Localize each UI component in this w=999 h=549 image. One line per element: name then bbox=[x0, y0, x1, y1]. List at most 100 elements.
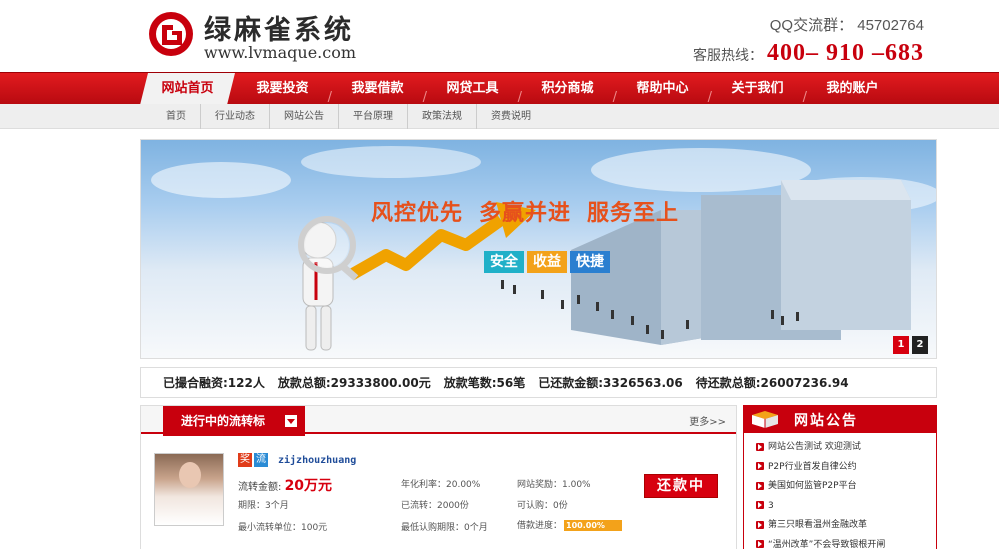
notice-title: 网站公告 bbox=[794, 413, 858, 429]
loan-progress: 借款进度： 100.00% bbox=[517, 518, 623, 531]
nav-item-label: 网贷工具 bbox=[446, 81, 499, 96]
loan-term: 期限：3个月 bbox=[238, 501, 289, 511]
nav-item-invest[interactable]: 我要投资 / bbox=[235, 73, 332, 105]
tag-fast: 快捷 bbox=[570, 251, 610, 273]
loan-panel: 进行中的流转标 更多>> 奖 流 zijzhouzhuang 流转金额: 20万… bbox=[140, 405, 737, 549]
loan-transferred: 已流转：2000份 bbox=[401, 501, 469, 511]
arrow-right-icon bbox=[756, 442, 764, 451]
subnav-item-announcements[interactable]: 网站公告 bbox=[270, 104, 339, 129]
notice-item-text: 第三只眼看温州金融改革 bbox=[768, 520, 868, 530]
stat-financed-people: 已撮合融资:122人 bbox=[163, 376, 265, 390]
nav-item-account[interactable]: 我的账户 bbox=[805, 73, 900, 105]
pager-button-1[interactable]: 1 bbox=[893, 336, 909, 354]
arrow-right-icon bbox=[756, 462, 764, 470]
notice-item[interactable]: 美国如何监管P2P平台 bbox=[756, 477, 934, 497]
loan-panel-header: 进行中的流转标 更多>> bbox=[141, 406, 736, 436]
more-link[interactable]: 更多>> bbox=[689, 413, 726, 428]
loan-amount: 流转金额: 20万元 bbox=[238, 475, 332, 495]
dropdown-icon[interactable] bbox=[285, 415, 297, 427]
borrower-username[interactable]: zijzhouzhuang bbox=[278, 455, 356, 466]
amount-value: 20万元 bbox=[284, 478, 333, 494]
notice-item[interactable]: P2P行业首发自律公约 bbox=[756, 458, 934, 478]
notice-item-text: 网站公告测试 欢迎测试 bbox=[768, 442, 861, 452]
nav-item-help[interactable]: 帮助中心 / bbox=[615, 73, 712, 105]
main-nav: 网站首页 我要投资 / 我要借款 / 网贷工具 / 积分商城 / 帮助中心 / 关于我们 /… bbox=[0, 72, 999, 105]
notice-item-text: P2P行业首发自律公约 bbox=[768, 461, 857, 472]
notice-list: 网站公告测试 欢迎测试 P2P行业首发自律公约 美国如何监管P2P平台 3 第三… bbox=[756, 438, 934, 549]
slogan-part: 多赢并进 bbox=[479, 201, 572, 226]
subnav-item-regulations[interactable]: 政策法规 bbox=[408, 104, 477, 129]
sub-nav-list: 首页 行业动态 网站公告 平台原理 政策法规 资费说明 bbox=[152, 104, 545, 129]
main-nav-list: 网站首页 我要投资 / 我要借款 / 网贷工具 / 积分商城 / 帮助中心 / 关于我们 /… bbox=[140, 73, 900, 105]
notice-item-text: “温州改革”不会导致银根开闸 bbox=[768, 539, 886, 549]
stat-loan-total: 放款总额:29333800.00元 bbox=[277, 376, 431, 390]
qq-group: QQ交流群： 45702764 bbox=[769, 17, 924, 34]
arrow-right-icon bbox=[756, 481, 764, 490]
amount-label: 流转金额: bbox=[238, 482, 282, 493]
subnav-item-principles[interactable]: 平台原理 bbox=[339, 104, 408, 129]
loan-min-unit: 最小流转单位：100元 bbox=[238, 523, 328, 533]
hotline: 客服热线： 400– 910 –683 bbox=[693, 40, 924, 67]
arrow-right-icon bbox=[756, 520, 764, 529]
slogan-part: 风控优先 bbox=[371, 201, 464, 226]
hotline-label: 客服热线： bbox=[693, 48, 763, 64]
notice-item[interactable]: “温州改革”不会导致银根开闸 bbox=[756, 536, 934, 549]
logo-text: 绿麻雀系统 bbox=[204, 15, 354, 46]
loan-min-period: 最低认购期限：0个月 bbox=[401, 523, 488, 533]
loan-badges: 奖 流 zijzhouzhuang bbox=[238, 453, 356, 467]
notice-header: 网站公告 bbox=[744, 406, 936, 433]
nav-item-label: 我的账户 bbox=[826, 81, 879, 96]
nav-item-about[interactable]: 关于我们 / bbox=[710, 73, 807, 105]
loan-reward: 网站奖励：1.00% bbox=[517, 480, 591, 490]
notice-item-text: 美国如何监管P2P平台 bbox=[768, 481, 857, 491]
banner-pager: 1 2 bbox=[890, 336, 928, 354]
nav-item-borrow[interactable]: 我要借款 / bbox=[330, 73, 427, 105]
nav-item-label: 我要借款 bbox=[351, 81, 404, 96]
nav-item-label: 帮助中心 bbox=[636, 81, 689, 96]
notice-item[interactable]: 3 bbox=[756, 497, 934, 517]
banner-illustration bbox=[151, 146, 936, 351]
loan-tab[interactable]: 进行中的流转标 bbox=[163, 406, 305, 436]
subnav-item-industry-news[interactable]: 行业动态 bbox=[201, 104, 270, 129]
notice-panel: 网站公告 网站公告测试 欢迎测试 P2P行业首发自律公约 美国如何监管P2P平台… bbox=[743, 405, 937, 549]
notice-item-text: 3 bbox=[768, 500, 774, 511]
badge-transfer: 流 bbox=[254, 453, 268, 467]
tag-safe: 安全 bbox=[484, 251, 524, 273]
hotline-number: 400– 910 –683 bbox=[767, 40, 924, 66]
book-icon bbox=[752, 411, 778, 428]
sub-nav: 首页 行业动态 网站公告 平台原理 政策法规 资费说明 bbox=[0, 104, 999, 129]
loan-available: 可认购：0份 bbox=[517, 501, 568, 511]
pager-button-2[interactable]: 2 bbox=[912, 336, 928, 354]
banner-tags: 安全 收益 快捷 bbox=[484, 251, 613, 273]
progress-label: 借款进度： bbox=[517, 521, 563, 531]
tag-return: 收益 bbox=[527, 251, 567, 273]
subnav-item-home[interactable]: 首页 bbox=[152, 104, 201, 129]
stat-repaid: 已还款金额:3326563.06 bbox=[538, 376, 683, 390]
slogan-part: 服务至上 bbox=[587, 201, 680, 226]
banner-slogan: 风控优先 多赢并进 服务至上 bbox=[371, 195, 679, 227]
site-header: 绿麻雀系统 www.lvmaque.com QQ交流群： 45702764 客服… bbox=[0, 0, 999, 72]
loan-annual-rate: 年化利率：20.00% bbox=[401, 480, 481, 490]
subnav-item-fees[interactable]: 资费说明 bbox=[477, 104, 545, 129]
loan-tab-label: 进行中的流转标 bbox=[181, 414, 266, 428]
badge-reward: 奖 bbox=[238, 453, 252, 467]
stat-pending: 待还款总额:26007236.94 bbox=[695, 376, 849, 390]
hero-banner[interactable]: 风控优先 多赢并进 服务至上 安全 收益 快捷 1 2 bbox=[140, 139, 937, 359]
repaying-button[interactable]: 还款中 bbox=[644, 474, 718, 498]
notice-item[interactable]: 第三只眼看温州金融改革 bbox=[756, 516, 934, 536]
logo-url: www.lvmaque.com bbox=[204, 43, 357, 62]
nav-item-home[interactable]: 网站首页 bbox=[140, 73, 235, 105]
arrow-right-icon bbox=[756, 501, 764, 509]
notice-item[interactable]: 网站公告测试 欢迎测试 bbox=[756, 438, 934, 458]
progress-bar: 100.00% bbox=[564, 520, 623, 531]
nav-item-label: 关于我们 bbox=[731, 81, 784, 96]
platform-stats: 已撮合融资:122人 放款总额:29333800.00元 放款笔数:56笔 已还… bbox=[140, 367, 937, 398]
nav-item-label: 网站首页 bbox=[161, 81, 214, 96]
nav-item-tools[interactable]: 网贷工具 / bbox=[425, 73, 522, 105]
borrower-avatar[interactable] bbox=[154, 453, 224, 526]
nav-item-label: 积分商城 bbox=[541, 81, 594, 96]
nav-item-label: 我要投资 bbox=[256, 81, 309, 96]
arrow-right-icon bbox=[756, 540, 764, 548]
nav-item-points-mall[interactable]: 积分商城 / bbox=[520, 73, 617, 105]
logo-icon[interactable] bbox=[147, 10, 195, 58]
